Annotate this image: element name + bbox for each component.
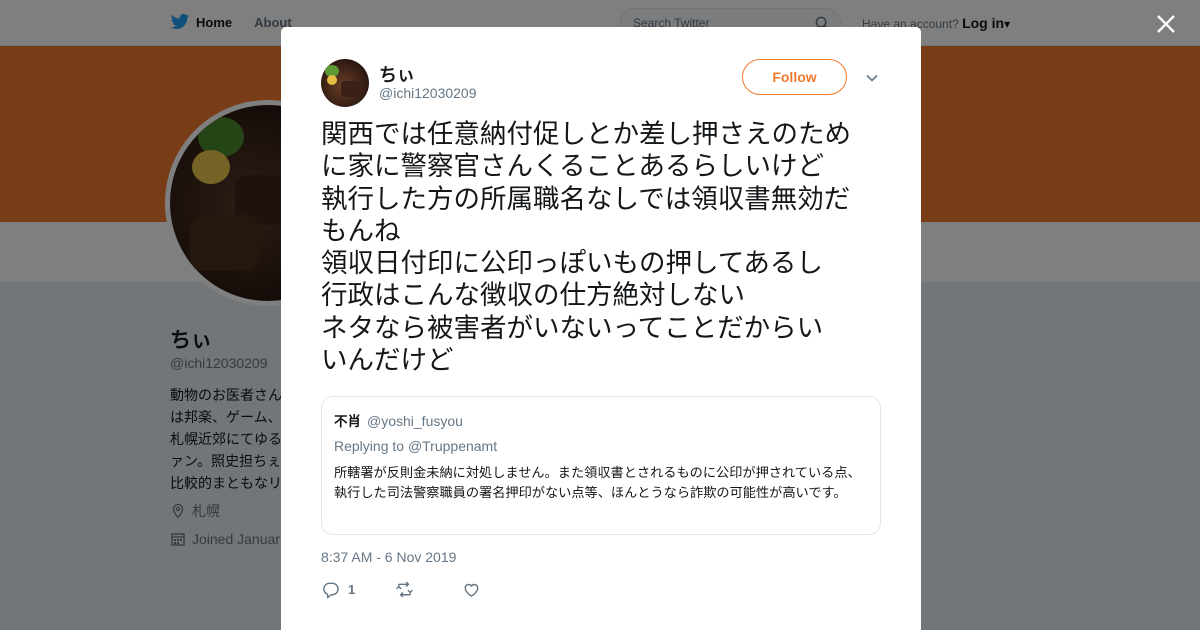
quoted-tweet[interactable]: 不肖 @yoshi_fusyou Replying to @Truppenamt… [321,396,881,535]
quoted-author-name: 不肖 [334,414,361,430]
tweet-text: 関西では任意納付促しとか差し押さえのため に家に警察官さんくることあるらしいけど… [321,119,851,377]
reply-count: 1 [348,582,356,597]
like-button[interactable] [462,580,489,599]
retweet-icon [396,581,414,598]
replying-to-handle[interactable]: @Truppenamt [408,438,497,454]
close-icon[interactable] [1153,11,1179,37]
follow-button[interactable]: Follow [742,59,847,95]
quoted-author-handle: @yoshi_fusyou [367,413,463,429]
tweet-timestamp[interactable]: 8:37 AM - 6 Nov 2019 [321,549,456,565]
heart-icon [464,583,479,597]
tweet-modal: ちぃ @ichi12030209 Follow 関西では任意納付促しとか差し押さ… [281,27,921,630]
quoted-tweet-text: 所轄署が反則金未納に対処しません。また領収書とされるものに公印が押されている点、… [334,466,861,501]
avatar-food-detail [327,75,337,85]
tweet-header: ちぃ @ichi12030209 Follow [321,59,881,109]
replying-to: Replying to @Truppenamt [334,438,868,454]
tweet-author-name[interactable]: ちぃ [379,61,415,87]
replying-to-prefix: Replying to [334,438,405,454]
tweet-actions: 1 [321,580,529,599]
retweet-button[interactable] [395,580,422,599]
tweet-author-handle[interactable]: @ichi12030209 [379,85,477,101]
avatar-food-detail [341,81,361,97]
chevron-down-icon[interactable] [865,71,879,85]
quoted-tweet-header: 不肖 @yoshi_fusyou [334,410,868,430]
tweet-author-avatar[interactable] [321,59,369,107]
reply-button[interactable]: 1 [321,580,355,599]
reply-icon [323,582,339,599]
